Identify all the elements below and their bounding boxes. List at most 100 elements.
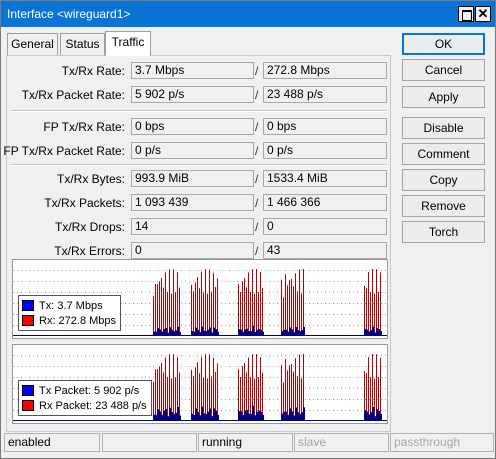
grid-dot <box>245 366 246 367</box>
grid-dot <box>245 270 246 271</box>
grid-dot <box>73 355 74 356</box>
grid-dot <box>277 314 278 315</box>
grid-dot <box>137 270 138 271</box>
grid-dot <box>133 325 134 326</box>
grid-dot <box>37 355 38 356</box>
grid-dot <box>237 410 238 411</box>
grid-dot <box>221 388 222 389</box>
grid-dot <box>13 355 14 356</box>
grid-dot <box>297 366 298 367</box>
grid-dot <box>229 366 230 367</box>
grid-dot <box>317 366 318 367</box>
grid-dot <box>97 366 98 367</box>
grid-dot <box>317 399 318 400</box>
grid-dot <box>325 399 326 400</box>
grid-dot <box>257 399 258 400</box>
grid-dot <box>69 366 70 367</box>
cancel-button[interactable]: Cancel <box>402 59 485 81</box>
packet-tx-bar <box>193 414 195 420</box>
grid-dot <box>361 270 362 271</box>
grid-dot <box>313 303 314 304</box>
grid-dot <box>81 377 82 378</box>
grid-dot <box>345 377 346 378</box>
rate-tx-bar <box>199 331 201 335</box>
rate-tx-bar <box>370 330 372 335</box>
grid-dot <box>149 314 150 315</box>
grid-dot <box>217 270 218 271</box>
packet-tx-bar <box>303 407 305 420</box>
grid-dot <box>325 325 326 326</box>
grid-dot <box>297 355 298 356</box>
grid-dot <box>377 314 378 315</box>
grid-dot <box>149 325 150 326</box>
grid-dot <box>317 325 318 326</box>
grid-dot <box>357 270 358 271</box>
torch-button[interactable]: Torch <box>402 221 485 243</box>
packet-rx-bar <box>193 376 194 420</box>
rate-tx-bar <box>260 329 262 335</box>
grid-dot <box>121 377 122 378</box>
tab-general[interactable]: General <box>7 33 58 55</box>
title-bar[interactable]: Interface <wireguard1> ✕ <box>1 1 495 27</box>
grid-dot <box>349 303 350 304</box>
grid-dot <box>337 314 338 315</box>
grid-dot <box>233 355 234 356</box>
grid-dot <box>229 399 230 400</box>
grid-dot <box>37 377 38 378</box>
grid-dot <box>145 281 146 282</box>
grid-dot <box>341 366 342 367</box>
grid-dot <box>293 270 294 271</box>
packet-tx-bar <box>207 411 209 420</box>
remove-button[interactable]: Remove <box>402 195 485 217</box>
grid-dot <box>225 325 226 326</box>
grid-dot <box>313 388 314 389</box>
rate-rx-bar <box>177 272 178 335</box>
grid-dot <box>69 270 70 271</box>
grid-dot <box>329 303 330 304</box>
grid-dot <box>301 292 302 293</box>
packet-tx-bar <box>175 412 177 420</box>
apply-button[interactable]: Apply <box>402 86 485 108</box>
packet-rx-bar <box>173 354 174 420</box>
maximize-icon[interactable] <box>458 6 474 22</box>
rate-tx-bar <box>303 326 305 335</box>
grid-dot <box>129 314 130 315</box>
ok-button[interactable]: OK <box>402 33 485 55</box>
grid-dot <box>121 303 122 304</box>
grid-dot <box>365 355 366 356</box>
grid-dot <box>317 410 318 411</box>
grid-dot <box>265 314 266 315</box>
grid-dot <box>149 303 150 304</box>
grid-dot <box>57 281 58 282</box>
rate-rx-bar <box>205 268 206 335</box>
comment-button[interactable]: Comment <box>402 143 485 165</box>
grid-dot <box>253 325 254 326</box>
grid-dot <box>229 377 230 378</box>
tab-traffic[interactable]: Traffic <box>105 31 151 56</box>
grid-dot <box>85 281 86 282</box>
disable-button[interactable]: Disable <box>402 117 485 139</box>
packet-tx-bar <box>260 411 262 420</box>
packet-tx-bar <box>209 408 211 420</box>
grid-dot <box>125 355 126 356</box>
grid-dot <box>225 377 226 378</box>
grid-dot <box>373 399 374 400</box>
grid-dot <box>269 377 270 378</box>
grid-dot <box>317 292 318 293</box>
packet-tx-bar <box>291 411 293 420</box>
close-icon[interactable]: ✕ <box>475 6 491 22</box>
grid-dot <box>129 355 130 356</box>
grid-dot <box>361 303 362 304</box>
legend-tx-packet-label: Tx Packet: 5 902 p/s <box>39 384 140 397</box>
grid-dot <box>97 377 98 378</box>
copy-button[interactable]: Copy <box>402 169 485 191</box>
grid-dot <box>221 410 222 411</box>
packet-tx-bar <box>281 413 283 420</box>
grid-dot <box>137 292 138 293</box>
grid-dot <box>53 281 54 282</box>
grid-dot <box>117 355 118 356</box>
rate-tx-bar <box>240 329 242 335</box>
rate-rx-bar <box>252 269 253 335</box>
tab-status[interactable]: Status <box>60 33 105 55</box>
packet-rx-bar <box>167 376 168 420</box>
